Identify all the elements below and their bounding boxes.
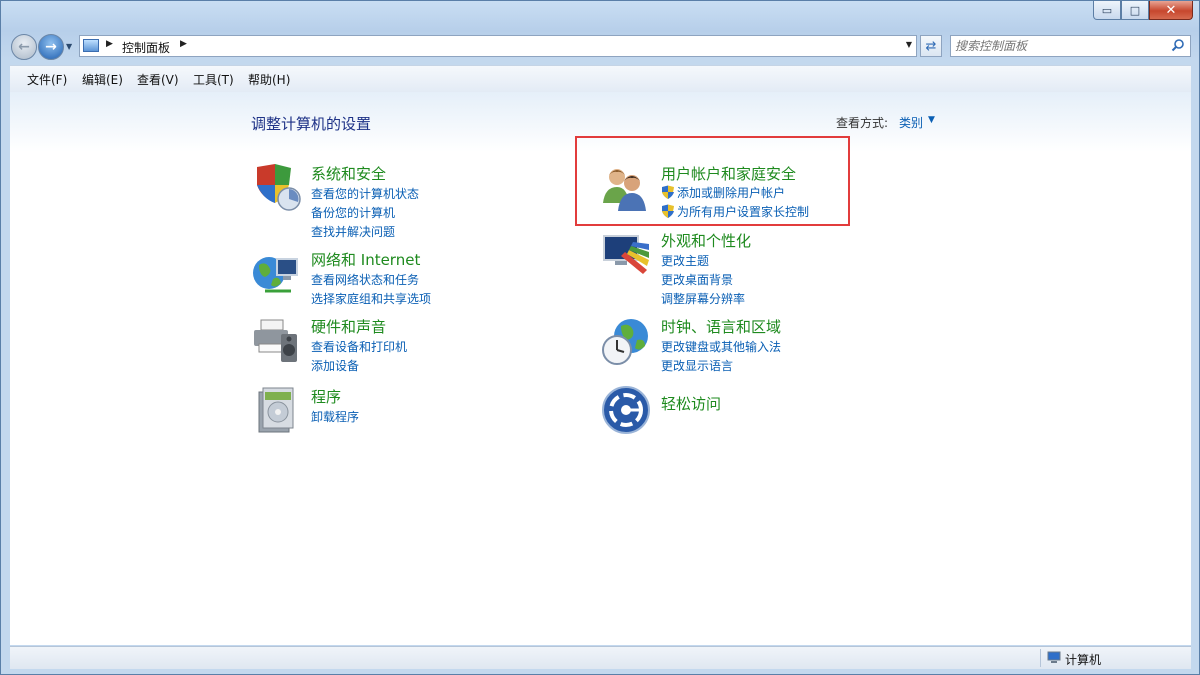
title-bar: ▭ □ ✕ [1, 1, 1199, 29]
navigation-bar: ← → ▼ ▶ 控制面板 ▶ ▼ ⇄ [1, 31, 1199, 61]
menu-file[interactable]: 文件(F) [27, 71, 67, 88]
back-button[interactable]: ← [11, 34, 37, 60]
menu-tools[interactable]: 工具(T) [193, 71, 234, 88]
close-button[interactable]: ✕ [1149, 1, 1193, 20]
network-internet-icon[interactable] [251, 249, 301, 299]
search-icon[interactable] [1171, 38, 1185, 52]
category-link[interactable]: 更改键盘或其他输入法 [661, 338, 781, 355]
category-title[interactable]: 程序 [311, 386, 341, 407]
category-title[interactable]: 网络和 Internet [311, 249, 420, 270]
window-controls: ▭ □ ✕ [1093, 1, 1193, 20]
forward-button[interactable]: → [38, 34, 64, 60]
computer-icon [1047, 651, 1061, 663]
view-by-dropdown[interactable]: 类别 [899, 114, 923, 131]
view-by-label: 查看方式: [836, 116, 889, 130]
breadcrumb-control-panel[interactable]: 控制面板 [122, 39, 170, 56]
status-bar: 计算机 [10, 646, 1191, 669]
control-panel-content: 调整计算机的设置 查看方式: 类别 ▼ 系统和安全 查看您的计算机状态 备份您的… [10, 92, 1191, 645]
category-title[interactable]: 硬件和声音 [311, 316, 386, 337]
status-divider [1040, 649, 1041, 667]
category-link[interactable]: 添加设备 [311, 357, 359, 374]
category-link[interactable]: 备份您的计算机 [311, 204, 395, 221]
category-link[interactable]: 查看您的计算机状态 [311, 185, 419, 202]
breadcrumb-chevron-icon[interactable]: ▶ [106, 39, 113, 49]
menu-edit[interactable]: 编辑(E) [82, 71, 123, 88]
clock-language-icon[interactable] [601, 316, 651, 366]
ease-of-access-icon[interactable] [601, 385, 651, 435]
refresh-button[interactable]: ⇄ [920, 35, 942, 57]
category-link[interactable]: 更改显示语言 [661, 357, 733, 374]
programs-icon[interactable] [251, 386, 301, 436]
category-link[interactable]: 查看设备和打印机 [311, 338, 407, 355]
menu-help[interactable]: 帮助(H) [248, 71, 290, 88]
refresh-icon: ⇄ [925, 38, 937, 54]
category-title[interactable]: 外观和个性化 [661, 230, 751, 251]
highlight-box [575, 136, 850, 226]
category-link[interactable]: 查找并解决问题 [311, 223, 395, 240]
category-link[interactable]: 选择家庭组和共享选项 [311, 290, 431, 307]
window-frame: ▭ □ ✕ ← → ▼ ▶ 控制面板 ▶ ▼ ⇄ 文件(F) 编辑(E) 查看 [0, 0, 1200, 675]
view-by-dropdown-icon[interactable]: ▼ [928, 115, 935, 125]
category-link[interactable]: 卸载程序 [311, 408, 359, 425]
category-title[interactable]: 轻松访问 [661, 393, 721, 414]
search-box[interactable] [950, 35, 1191, 57]
address-dropdown-icon[interactable]: ▼ [906, 40, 912, 49]
page-title: 调整计算机的设置 [251, 115, 372, 133]
minimize-button[interactable]: ▭ [1093, 1, 1121, 20]
search-input[interactable] [955, 38, 1155, 54]
category-link[interactable]: 更改桌面背景 [661, 271, 733, 288]
menu-view[interactable]: 查看(V) [137, 71, 179, 88]
menu-bar: 文件(F) 编辑(E) 查看(V) 工具(T) 帮助(H) [10, 65, 1191, 93]
category-link[interactable]: 调整屏幕分辨率 [661, 290, 745, 307]
category-link[interactable]: 查看网络状态和任务 [311, 271, 419, 288]
category-title[interactable]: 时钟、语言和区域 [661, 316, 781, 337]
system-security-icon[interactable] [251, 163, 301, 213]
maximize-button[interactable]: □ [1121, 1, 1149, 20]
status-text: 计算机 [1065, 653, 1102, 667]
breadcrumb-chevron-icon[interactable]: ▶ [180, 39, 187, 49]
address-bar[interactable]: ▶ 控制面板 ▶ ▼ [79, 35, 917, 57]
hardware-sound-icon[interactable] [251, 316, 301, 366]
category-title[interactable]: 系统和安全 [311, 163, 386, 184]
appearance-icon[interactable] [601, 230, 651, 280]
category-link[interactable]: 更改主题 [661, 252, 709, 269]
control-panel-icon [83, 39, 99, 52]
recent-pages-dropdown-icon[interactable]: ▼ [66, 42, 72, 51]
